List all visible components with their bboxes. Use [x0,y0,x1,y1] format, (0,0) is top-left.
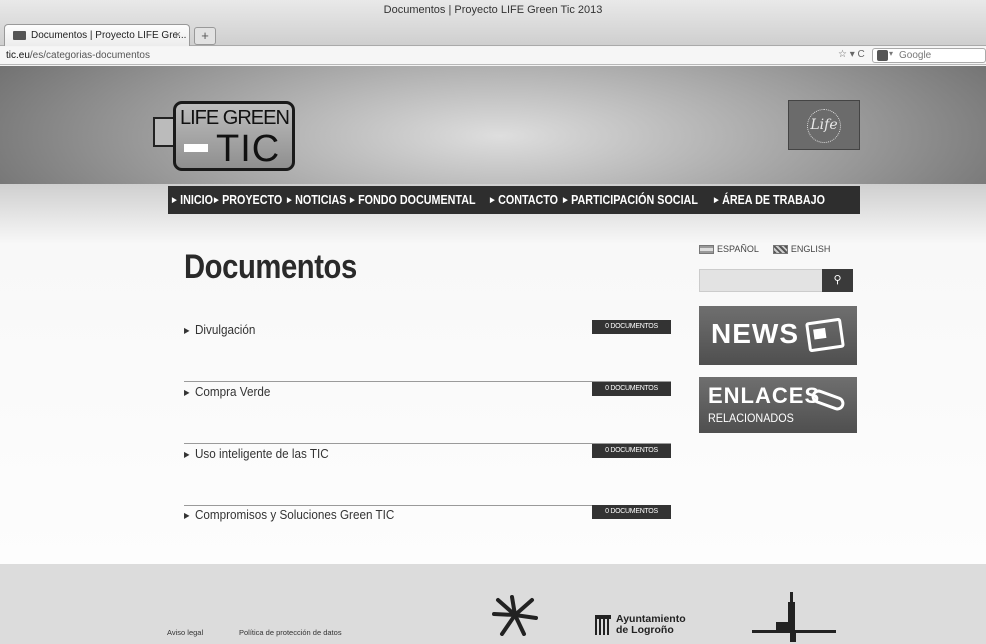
arrow-right-icon: ▶ [563,197,568,204]
triangle-right-icon: ▶ [184,326,190,335]
star-burst-logo-icon [492,595,538,636]
favicon-icon [13,31,26,40]
category-link[interactable]: ▶ Compra Verde [184,384,270,399]
triangle-right-icon: ▶ [184,511,190,520]
search-engine-label: Google [899,50,932,61]
category-row: ▶ Compromisos y Soluciones Green TIC 0 DO… [184,505,671,567]
nav-item-noticias[interactable]: ▶ NOTICIAS [287,193,346,207]
eu-stars-icon [807,109,841,143]
browser-tab[interactable]: Documentos | Proyecto LIFE Gre... × [4,24,190,46]
related-links-banner[interactable]: ENLACES RELACIONADOS [699,377,857,433]
address-bar[interactable]: tic.eu/es/categorias-documentos ☆ ▾ C ▾ … [0,47,986,65]
newspaper-icon [805,317,845,353]
category-row: ▶ Uso inteligente de las TIC 0 DOCUMENTOS [184,444,671,506]
nav-item-fondo-documental[interactable]: ▶ FONDO DOCUMENTAL [350,193,476,207]
url-path: /es/categorias-documentos [29,50,150,61]
news-banner[interactable]: NEWS [699,306,857,365]
category-name: Divulgación [194,322,256,337]
chevron-down-icon[interactable]: ▾ [889,49,893,58]
title-bar: Documentos | Proyecto LIFE Green Tic 201… [0,0,986,46]
triangle-right-icon: ▶ [184,450,190,459]
arrow-right-icon: ▶ [350,197,355,204]
news-label: NEWS [711,318,799,349]
logo-dash [184,144,208,152]
tab-title: Documentos | Proyecto LIFE Gre... [31,30,187,41]
url-text[interactable]: tic.eu/es/categorias-documentos [6,50,150,61]
search-button[interactable]: ⚲ [822,269,853,292]
arrow-right-icon: ▶ [213,197,219,204]
building-icon [595,615,611,635]
category-link[interactable]: ▶ Uso inteligente de las TIC [184,446,329,461]
arrow-right-icon: ▶ [713,197,719,204]
arrow-right-icon: ▶ [172,197,177,204]
document-count-badge[interactable]: 0 DOCUMENTOS [592,505,671,519]
main-navigation: ▶ INICIO ▶ PROYECTO ▶ NOTICIAS ▶ FONDO DOCUM… [168,186,860,214]
spain-flag-icon [699,244,714,254]
bookmark-reload-icons[interactable]: ☆ ▾ C [838,49,865,60]
category-row: ▶ Compra Verde 0 DOCUMENTOS [184,382,671,444]
privacy-policy-link[interactable]: Política de protección de datos [239,628,342,637]
nav-label: CONTACTO [498,193,558,207]
category-link[interactable]: ▶ Compromisos y Soluciones Green TIC [184,507,394,522]
ayuntamiento-logrono-logo: Ayuntamiento de Logroño [595,614,686,636]
tower-logo-icon [752,592,836,642]
nav-label: INICIO [180,193,213,207]
category-link[interactable]: ▶ Divulgación [184,322,255,337]
web-page: LIFE GREEN TIC Life ▶ INICIO ▶ PROYECTO ▶ N… [0,66,986,644]
plug-icon [153,117,175,147]
lang-espanol-link[interactable]: ESPAÑOL [717,244,759,254]
arrow-right-icon: ▶ [286,197,292,204]
category-row: ▶ Divulgación 0 DOCUMENTOS [184,320,671,382]
browser-search-field[interactable]: ▾ Google [872,48,986,63]
eu-life-logo: Life [788,100,860,150]
category-name: Compra Verde [194,384,271,399]
logo-line1: LIFE GREEN [180,107,290,129]
google-icon [877,50,888,61]
legal-notice-link[interactable]: Aviso legal [167,628,203,637]
triangle-right-icon: ▶ [184,388,190,397]
nav-item-proyecto[interactable]: ▶ PROYECTO [214,193,282,207]
footer: Aviso legal Política de protección de da… [0,564,986,644]
search-icon: ⚲ [833,274,842,286]
category-name: Compromisos y Soluciones Green TIC [194,507,395,522]
nav-item-area-de-trabajo[interactable]: ▶ ÁREA DE TRABAJO [714,193,825,207]
page-title: Documentos [184,248,357,286]
close-tab-icon[interactable]: × [175,29,181,41]
new-tab-button[interactable]: + [194,27,216,45]
arrow-right-icon: ▶ [489,197,495,204]
browser-window: Documentos | Proyecto LIFE Green Tic 201… [0,0,986,644]
document-count-badge[interactable]: 0 DOCUMENTOS [592,382,671,396]
lang-english-link[interactable]: ENGLISH [791,244,831,254]
nav-label: ÁREA DE TRABAJO [721,193,825,207]
nav-label: NOTICIAS [294,193,347,207]
logo-body: LIFE GREEN TIC [173,101,295,171]
links-title: ENLACES [708,383,821,408]
nav-item-inicio[interactable]: ▶ INICIO [172,193,213,207]
language-switcher: ESPAÑOL ENGLISH [699,244,830,254]
nav-label: PROYECTO [221,193,282,207]
ayto-line2: de Logroño [616,624,674,636]
uk-flag-icon [772,244,788,254]
nav-item-participacion-social[interactable]: ▶ PARTICIPACIÓN SOCIAL [563,193,698,207]
category-name: Uso inteligente de las TIC [194,446,329,461]
nav-label: PARTICIPACIÓN SOCIAL [571,193,698,207]
document-count-badge[interactable]: 0 DOCUMENTOS [592,444,671,458]
window-title: Documentos | Proyecto LIFE Green Tic 201… [383,4,603,16]
logo-line2: TIC [216,128,281,170]
document-count-badge[interactable]: 0 DOCUMENTOS [592,320,671,334]
url-domain: tic.eu [6,50,30,61]
nav-item-contacto[interactable]: ▶ CONTACTO [490,193,558,207]
nav-label: FONDO DOCUMENTAL [358,193,476,207]
life-green-tic-logo[interactable]: LIFE GREEN TIC [153,101,299,173]
links-subtitle: RELACIONADOS [708,411,794,425]
